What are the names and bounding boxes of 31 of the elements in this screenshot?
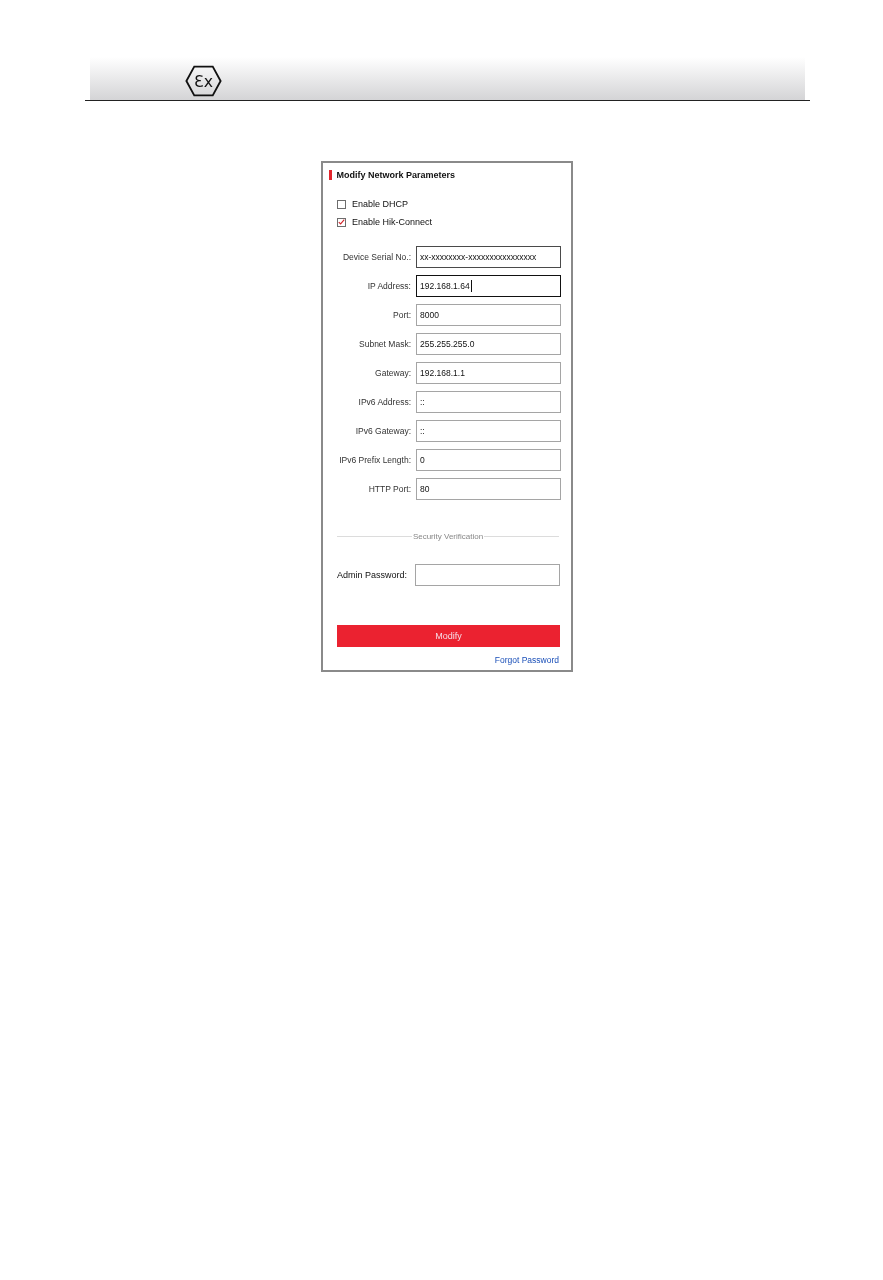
field-label: Admin Password: [337, 570, 409, 580]
input-field[interactable]: :: [416, 391, 561, 413]
input-field[interactable]: 255.255.255.0 [416, 333, 561, 355]
checkbox[interactable] [337, 217, 346, 227]
input-field[interactable]: 192.168.1.64 [416, 275, 561, 297]
field-label: Gateway: [374, 368, 411, 378]
field-label: IPv6 Address: [357, 397, 411, 407]
input-field[interactable]: :: [416, 420, 561, 442]
field-label: Subnet Mask: [358, 339, 411, 349]
checkbox-label: Enable DHCP [352, 199, 409, 209]
field-label: HTTP Port: [367, 484, 411, 494]
input-field[interactable]: xx-xxxxxxxx-xxxxxxxxxxxxxxxx [416, 246, 561, 268]
text-cursor-icon [470, 280, 472, 292]
password-field[interactable] [415, 564, 560, 586]
panel-title: Modify Network Parameters [336, 170, 456, 180]
forgot-password-link[interactable]: Forgot Password [494, 655, 559, 665]
check-icon [338, 219, 345, 225]
input-field[interactable]: 0 [416, 449, 561, 471]
ex-logo: Ɛx [185, 65, 222, 97]
field-label: IPv6 Gateway: [354, 426, 411, 436]
checkbox[interactable] [337, 199, 346, 209]
field-label: IPv6 Prefix Length: [338, 455, 411, 465]
field-label: IP Address: [366, 281, 411, 291]
input-field[interactable]: 80 [416, 478, 561, 500]
section-title: Security Verification [411, 531, 485, 541]
input-field[interactable]: 192.168.1.1 [416, 362, 561, 384]
field-label: Device Serial No.: [341, 252, 411, 262]
field-label: Port: [392, 310, 411, 320]
checkbox-label: Enable Hik-Connect [352, 217, 433, 227]
input-field[interactable]: 8000 [416, 304, 561, 326]
accent-bar-icon [329, 170, 332, 180]
